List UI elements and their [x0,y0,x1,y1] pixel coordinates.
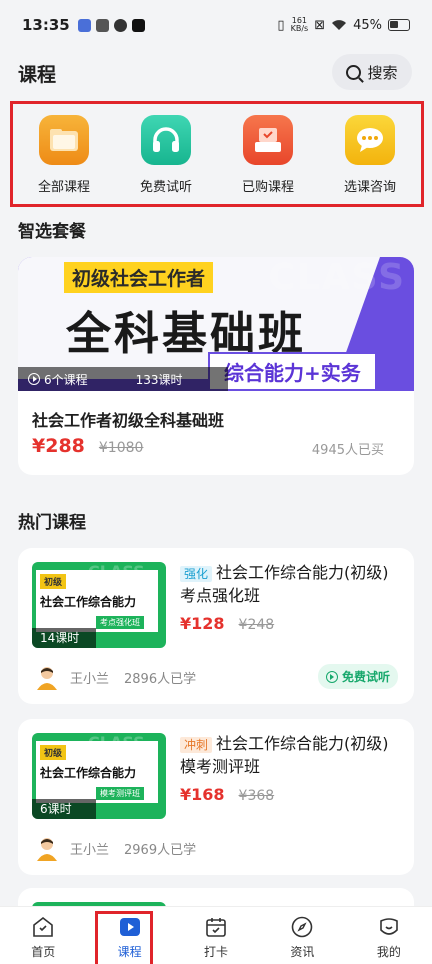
quick-purchased[interactable]: 已购课程 [223,115,313,195]
quick-label: 免费试听 [139,180,192,195]
thumb-badge: 初级 [40,574,67,589]
tab-label: 资讯 [290,945,315,959]
course-card[interactable]: CLASS 初级 社会工作综合能力 模考测评班 6课时 冲刺社会工作综合能力(初… [18,719,414,875]
bottom-tab-bar: 首页 课程 打卡 资讯 我的 [0,906,432,964]
course-thumbnail: CLASS 初级 社会工作综合能力 考点强化班 14课时 [32,562,166,648]
headphones-icon [141,115,191,165]
thumb-title: 社会工作综合能力 [40,766,137,780]
featured-price: ¥288 [32,435,85,457]
teacher-name: 王小兰 [70,672,110,687]
course-title: 冲刺 社会工作综合能力(初级)模考测评班 [180,734,389,776]
hot-section-title: 热门课程 [18,513,86,533]
banner-meta: 6个课程 133课时 [18,367,228,391]
search-label: 搜索 [367,63,398,82]
featured-buyers: 4945人已买 [311,443,384,458]
course-card[interactable]: CLASS 初级 社会工作综合能力 考点强化班 14课时 强化社会工作综合能力(… [18,548,414,704]
header: 课程 搜索 [0,52,432,94]
course-price: ¥168 [180,785,225,804]
notification-icon [113,18,127,32]
wifi-icon [332,20,347,30]
quick-all-courses[interactable]: 全部课程 [19,115,109,195]
featured-banner: CLASS 初级社会工作者 全科基础班 综合能力+实务 6个课程 133课时 [18,257,414,391]
course-count: 6个课程 [44,372,88,387]
notification-icon [95,18,109,32]
notification-icon [77,18,91,32]
learner-count: 2969人已学 [124,843,197,858]
search-icon [346,64,362,80]
compass-icon [292,916,313,938]
active-tab-highlight [95,911,153,964]
tab-profile[interactable]: 我的 [346,907,432,964]
status-bar: 13:35 ▯ 161 KB/s ⊠ 45% [0,0,432,50]
vibrate-icon: ▯ [277,17,285,33]
course-title: 强化 社会工作综合能力(初级)考点强化班 [180,563,389,605]
quick-free-trial[interactable]: 免费试听 [121,115,211,195]
featured-course-card[interactable]: CLASS 初级社会工作者 全科基础班 综合能力+实务 6个课程 133课时 社… [18,257,414,475]
featured-section-title: 智选套餐 [18,222,86,242]
quick-label: 已购课程 [241,180,294,195]
banner-subtitle: 综合能力+实务 [208,352,377,391]
search-button[interactable]: 搜索 [332,54,412,90]
featured-price-row: ¥288 ¥1080 [32,435,143,457]
teacher-avatar [37,667,57,690]
course-tag: 冲刺 [180,737,213,753]
lesson-count: 133课时 [135,372,183,387]
battery-icon [388,19,410,31]
quick-label: 全部课程 [37,180,90,195]
featured-course-name: 社会工作者初级全科基础班 [32,411,225,430]
tab-label: 我的 [376,945,401,959]
chat-bubble-icon [345,115,395,165]
home-icon [33,916,54,937]
learner-count: 2896人已学 [124,672,197,687]
banner-tag: 初级社会工作者 [64,262,214,293]
course-original-price: ¥368 [238,788,275,804]
status-time: 13:35 [22,16,70,34]
course-price-row: ¥168 ¥368 [180,785,274,804]
tab-news[interactable]: 资讯 [259,907,345,964]
thumb-subtitle: 考点强化班 [96,616,144,629]
course-original-price: ¥248 [238,617,275,633]
battery-percent: 45% [353,17,382,33]
profile-icon [380,918,398,935]
quick-label: 选课咨询 [343,180,396,195]
tiktok-icon [131,18,145,32]
quick-actions: 全部课程 免费试听 已购课程 选课咨询 [10,101,424,207]
purchased-box-icon [243,115,293,165]
calendar-checkin-icon [206,918,226,937]
course-price-row: ¥128 ¥248 [180,614,274,633]
course-thumbnail: CLASS 初级 社会工作综合能力 模考测评班 6课时 [32,733,166,819]
teacher-avatar [37,838,57,861]
play-icon [325,670,338,683]
page-title: 课程 [18,64,57,86]
banner-watermark: CLASS [268,257,406,298]
folder-icon [39,115,89,165]
quick-consult[interactable]: 选课咨询 [325,115,415,195]
tab-home[interactable]: 首页 [0,907,86,964]
thumb-subtitle: 模考测评班 [96,787,144,800]
thumb-title: 社会工作综合能力 [40,595,137,609]
play-icon [28,373,40,385]
free-trial-button[interactable]: 免费试听 [317,664,398,689]
course-tag: 强化 [180,566,213,582]
net-speed: 161 KB/s [290,16,309,33]
thumb-lessons: 6课时 [32,799,96,819]
sim-icon: ⊠ [314,17,326,33]
tab-checkin[interactable]: 打卡 [173,907,259,964]
course-price: ¥128 [180,614,225,633]
tab-label: 打卡 [204,945,229,959]
thumb-lessons: 14课时 [32,628,96,648]
thumb-badge: 初级 [40,745,67,760]
tab-label: 首页 [31,945,56,959]
teacher-name: 王小兰 [70,843,110,858]
featured-original-price: ¥1080 [98,440,144,456]
